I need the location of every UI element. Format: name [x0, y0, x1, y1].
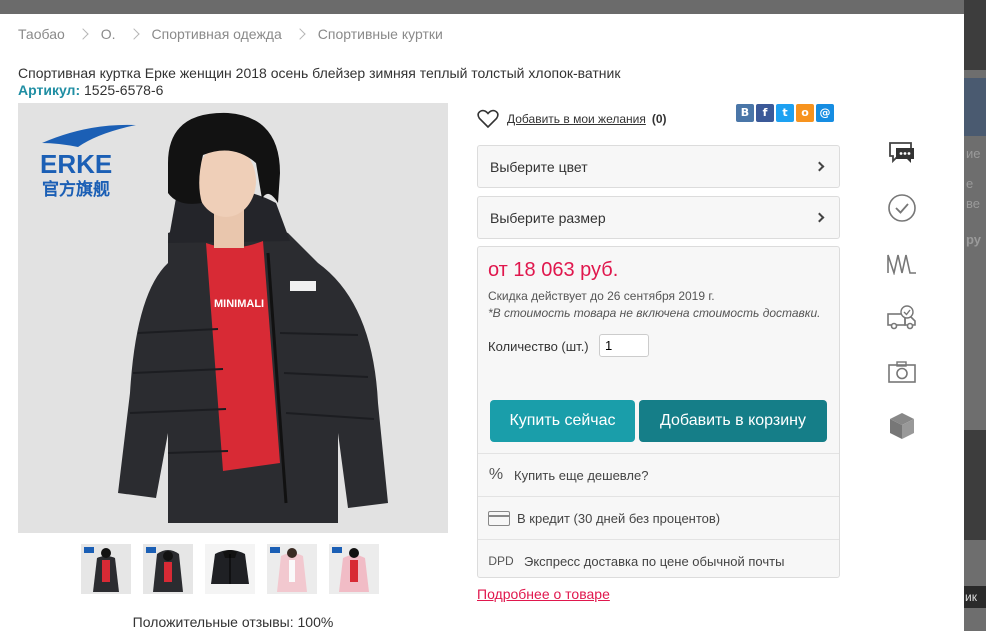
discount-text: Скидка действует до 26 сентября 2019 г.	[488, 289, 715, 303]
select-size-label: Выберите размер	[490, 209, 606, 226]
product-photo: ERKE 官方旗舰 MINIMALI	[18, 103, 448, 533]
brand-logo-text: ERKE	[40, 149, 112, 179]
wishlist-row: Добавить в мои желания (0)	[477, 109, 667, 129]
package-icon[interactable]	[884, 408, 920, 444]
credit-card-icon	[488, 510, 510, 526]
twitter-icon[interactable]: t	[776, 104, 794, 122]
dpd-icon: DPD	[488, 554, 514, 568]
background-page-strip	[0, 0, 986, 14]
vk-icon[interactable]: B	[736, 104, 754, 122]
feature-credit[interactable]: В кредит (30 дней без процентов)	[478, 496, 839, 539]
feature-cheaper[interactable]: % Купить еще дешевле?	[478, 453, 839, 496]
shirt-print-text: MINIMALI	[214, 298, 264, 310]
buy-now-button[interactable]: Купить сейчас	[490, 400, 635, 442]
feature-label: Экспресс доставка по цене обычной почты	[524, 553, 785, 569]
price: от 18 063 руб.	[488, 259, 619, 281]
thumbnail-strip	[81, 544, 379, 594]
breadcrumb-item[interactable]: Таобао	[18, 26, 65, 42]
camera-icon[interactable]	[884, 354, 920, 390]
odnoklassniki-icon[interactable]: o	[796, 104, 814, 122]
product-title: Спортивная куртка Ерке женщин 2018 осень…	[18, 65, 621, 81]
breadcrumb-item[interactable]: Спортивная одежда	[152, 26, 282, 42]
reviews-summary: Положительные отзывы: 100%	[132, 614, 334, 630]
facebook-icon[interactable]: f	[756, 104, 774, 122]
mailru-icon[interactable]: @	[816, 104, 834, 122]
delivery-note: *В стоимость товара не включена стоимост…	[488, 306, 821, 320]
price-panel: от 18 063 руб. Скидка действует до 26 се…	[477, 246, 840, 578]
breadcrumb-item[interactable]: Спортивные куртки	[318, 26, 443, 42]
background-text: е	[966, 176, 974, 191]
breadcrumb-separator-icon	[77, 28, 89, 40]
background-text: ие	[966, 146, 981, 161]
chat-icon[interactable]	[884, 135, 920, 171]
sku-value: 1525-6578-6	[84, 82, 164, 98]
add-to-cart-button[interactable]: Добавить в корзину	[639, 400, 827, 442]
chevron-right-icon	[814, 212, 825, 223]
feature-label: Купить еще дешевле?	[514, 467, 649, 483]
thumbnail[interactable]	[329, 544, 379, 594]
product-main-image[interactable]: ERKE 官方旗舰 MINIMALI	[18, 103, 448, 533]
product-sku: Артикул: 1525-6578-6	[18, 82, 163, 98]
select-color[interactable]: Выберите цвет	[477, 145, 840, 188]
sku-label: Артикул:	[18, 82, 81, 98]
check-circle-icon[interactable]	[884, 190, 920, 226]
background-text: ве	[966, 196, 980, 211]
background-text: ру	[966, 232, 981, 247]
feature-label: В кредит (30 дней без процентов)	[517, 510, 721, 526]
thumbnail[interactable]	[143, 544, 193, 594]
select-size[interactable]: Выберите размер	[477, 196, 840, 239]
background-label: ик	[964, 586, 986, 608]
thumbnail[interactable]	[267, 544, 317, 594]
delivery-truck-icon[interactable]	[884, 300, 920, 336]
percent-icon: %	[488, 466, 504, 483]
brand-logo-subtext: 官方旗舰	[42, 179, 110, 200]
thumbnail-selected[interactable]	[205, 544, 255, 594]
product-details-link[interactable]: Подробнее о товаре	[477, 586, 610, 602]
quantity-label: Количество (шт.)	[488, 339, 589, 354]
quantity-input[interactable]	[599, 334, 649, 357]
background-page-right: ие е ве ру ик	[964, 0, 986, 631]
chevron-right-icon	[814, 161, 825, 172]
background-image	[964, 78, 986, 136]
product-quickview-modal: Таобао О. Спортивная одежда Спортивные к…	[0, 14, 964, 631]
background-image	[964, 430, 986, 540]
size-chart-icon[interactable]	[884, 245, 920, 281]
breadcrumb-item[interactable]: О.	[101, 26, 116, 42]
breadcrumb: Таобао О. Спортивная одежда Спортивные к…	[18, 26, 443, 42]
add-to-wishlist-link[interactable]: Добавить в мои желания	[507, 112, 646, 126]
breadcrumb-separator-icon	[294, 28, 306, 40]
feature-delivery[interactable]: DPD Экспресс доставка по цене обычной по…	[478, 539, 839, 582]
heart-icon[interactable]	[477, 109, 499, 129]
select-color-label: Выберите цвет	[490, 158, 588, 175]
wishlist-count: (0)	[651, 112, 667, 126]
thumbnail[interactable]	[81, 544, 131, 594]
background-image	[964, 0, 986, 70]
breadcrumb-separator-icon	[127, 28, 140, 40]
social-share: B f t o @	[736, 104, 834, 122]
